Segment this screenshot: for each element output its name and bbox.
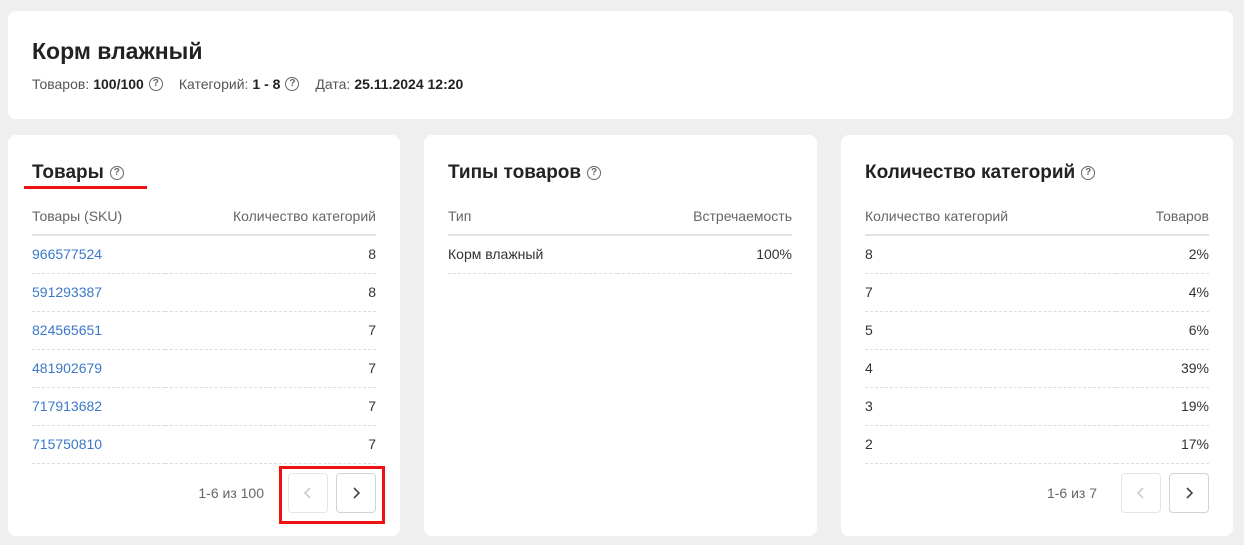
category-count: 7	[165, 387, 376, 426]
products-share: 19%	[1115, 387, 1209, 426]
table-row: 5 6%	[865, 311, 1209, 350]
sku-link[interactable]: 591293387	[32, 284, 102, 300]
category-count: 7	[865, 273, 1116, 312]
column-header[interactable]: Количество категорий	[865, 197, 1116, 236]
column-header[interactable]: Товары (SKU)	[32, 197, 165, 236]
products-share: 17%	[1115, 425, 1209, 464]
category-count: 5	[865, 311, 1116, 350]
table-row: 3 19%	[865, 387, 1209, 426]
table-header-row: Количество категорий Товаров	[865, 197, 1209, 236]
categories-table: Количество категорий Товаров 8 2% 7 4% 5…	[865, 197, 1209, 464]
chevron-left-icon	[1136, 487, 1144, 499]
table-row: 824565651 7	[32, 311, 376, 350]
categories-pagination: 1-6 из 7	[1047, 473, 1209, 513]
categories-panel-title: Количество категорий ?	[865, 162, 1096, 184]
column-header[interactable]: Товаров	[1115, 197, 1209, 236]
table-row: 481902679 7	[32, 349, 376, 388]
column-header[interactable]: Количество категорий	[165, 197, 376, 236]
column-header[interactable]: Тип	[448, 197, 617, 236]
sku-link[interactable]: 824565651	[32, 322, 102, 338]
categories-meta: Категорий: 1 - 8 ?	[179, 76, 300, 92]
help-icon[interactable]: ?	[285, 77, 300, 91]
table-header-row: Тип Встречаемость	[448, 197, 792, 236]
table-row: 4 39%	[865, 349, 1209, 388]
sku-link[interactable]: 715750810	[32, 436, 102, 452]
date-meta-value: 25.11.2024 12:20	[354, 76, 464, 92]
category-count: 4	[865, 349, 1116, 388]
products-table: Товары (SKU) Количество категорий 966577…	[32, 197, 376, 464]
next-page-button[interactable]	[1169, 473, 1209, 513]
table-row: 717913682 7	[32, 387, 376, 426]
highlight-underline	[24, 186, 147, 189]
category-count: 7	[165, 311, 376, 350]
types-table: Тип Встречаемость Корм влажный 100%	[448, 197, 792, 274]
prev-page-button[interactable]	[1121, 473, 1161, 513]
pagination-text: 1-6 из 100	[198, 485, 264, 501]
category-count: 7	[165, 349, 376, 388]
products-panel-title: Товары ?	[32, 162, 124, 184]
types-title-text: Типы товаров	[448, 162, 582, 183]
products-title-text: Товары	[32, 162, 104, 183]
categories-title-text: Количество категорий	[865, 162, 1076, 183]
page-title: Корм влажный	[32, 38, 203, 64]
category-count: 8	[865, 235, 1116, 274]
header-card: Корм влажный Товаров: 100/100 ? Категори…	[8, 11, 1233, 119]
meta-row: Товаров: 100/100 ? Категорий: 1 - 8 ? Да…	[32, 76, 479, 92]
chevron-right-icon	[1186, 487, 1194, 499]
products-meta-label: Товаров:	[32, 76, 90, 92]
table-row: 966577524 8	[32, 235, 376, 274]
pagination-text: 1-6 из 7	[1046, 485, 1097, 501]
types-panel: Типы товаров ? Тип Встречаемость Корм вл…	[424, 135, 817, 536]
products-share: 2%	[1115, 235, 1209, 274]
categories-panel: Количество категорий ? Количество катего…	[841, 135, 1233, 536]
products-share: 39%	[1115, 349, 1209, 388]
date-meta: Дата: 25.11.2024 12:20	[315, 76, 463, 92]
category-count: 8	[165, 235, 376, 274]
table-row: 591293387 8	[32, 273, 376, 312]
categories-meta-label: Категорий:	[178, 76, 249, 92]
category-count: 7	[165, 425, 376, 464]
column-header[interactable]: Встречаемость	[616, 197, 792, 236]
products-meta-value: 100/100	[93, 76, 144, 92]
table-row: 8 2%	[865, 235, 1209, 274]
table-row: 2 17%	[865, 425, 1209, 464]
products-share: 4%	[1115, 273, 1209, 312]
help-icon[interactable]: ?	[109, 166, 124, 180]
help-icon[interactable]: ?	[148, 77, 163, 91]
types-panel-title: Типы товаров ?	[448, 162, 602, 184]
date-meta-label: Дата:	[315, 76, 351, 92]
category-count: 3	[865, 387, 1116, 426]
products-share: 6%	[1115, 311, 1209, 350]
category-count: 8	[165, 273, 376, 312]
sku-link[interactable]: 966577524	[32, 246, 102, 262]
type-share: 100%	[616, 235, 792, 274]
categories-meta-value: 1 - 8	[252, 76, 281, 92]
sku-link[interactable]: 717913682	[32, 398, 102, 414]
products-meta: Товаров: 100/100 ?	[32, 76, 163, 92]
sku-link[interactable]: 481902679	[32, 360, 102, 376]
table-header-row: Товары (SKU) Количество категорий	[32, 197, 376, 236]
help-icon[interactable]: ?	[1081, 166, 1096, 180]
table-row: 715750810 7	[32, 425, 376, 464]
table-row: 7 4%	[865, 273, 1209, 312]
highlight-box	[279, 466, 385, 524]
table-row: Корм влажный 100%	[448, 235, 792, 274]
category-count: 2	[865, 425, 1116, 464]
type-name: Корм влажный	[448, 235, 617, 274]
help-icon[interactable]: ?	[587, 166, 602, 180]
